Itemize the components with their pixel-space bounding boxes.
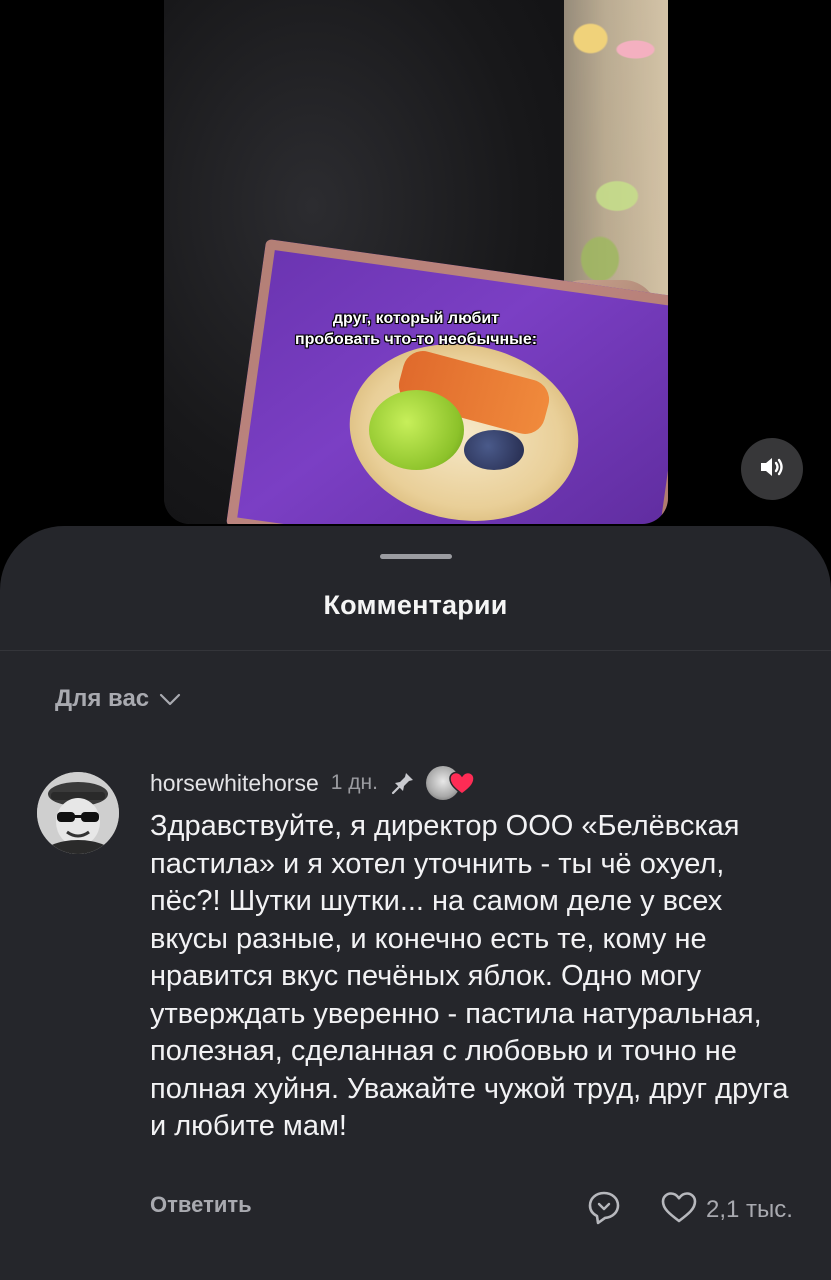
video-caption-line-2: пробовать что-то необычные:	[294, 331, 538, 348]
sheet-divider	[0, 650, 831, 651]
reply-button[interactable]: Ответить	[150, 1192, 252, 1218]
filter-label: Для вас	[55, 685, 150, 712]
volume-icon	[758, 455, 786, 484]
video-caption: друг, который любит пробовать что-то нео…	[164, 308, 668, 350]
sound-toggle-button[interactable]	[741, 438, 803, 500]
comment-username[interactable]: horsewhitehorse	[150, 770, 319, 797]
comment-header: horsewhitehorse 1 дн.	[150, 766, 478, 800]
chevron-down-icon	[159, 686, 181, 714]
comments-filter-dropdown[interactable]: Для вас	[55, 684, 181, 714]
app-screen: друг, который любит пробовать что-то нео…	[0, 0, 831, 1280]
like-button[interactable]: 2,1 тыс.	[660, 1190, 793, 1229]
sheet-title: Комментарии	[323, 590, 508, 620]
creator-liked-badge	[425, 766, 478, 801]
avatar[interactable]	[37, 772, 119, 854]
video-product-berry	[464, 430, 524, 470]
comments-sheet: Комментарии Для вас horsewhitehorse 1 дн…	[0, 526, 831, 1280]
sheet-drag-handle[interactable]	[380, 554, 452, 559]
heart-outline-icon	[660, 1190, 698, 1229]
heart-icon	[448, 770, 476, 801]
comment-text: Здравствуйте, я директор ООО «Белёвская …	[150, 810, 789, 1142]
pin-icon	[390, 770, 416, 801]
like-count: 2,1 тыс.	[706, 1195, 793, 1223]
comment-timestamp: 1 дн.	[330, 771, 378, 794]
dislike-icon[interactable]	[586, 1190, 622, 1231]
video-caption-line-1: друг, который любит	[332, 310, 500, 327]
video-product-apple	[369, 390, 464, 470]
video-player[interactable]: друг, который любит пробовать что-то нео…	[164, 0, 668, 524]
